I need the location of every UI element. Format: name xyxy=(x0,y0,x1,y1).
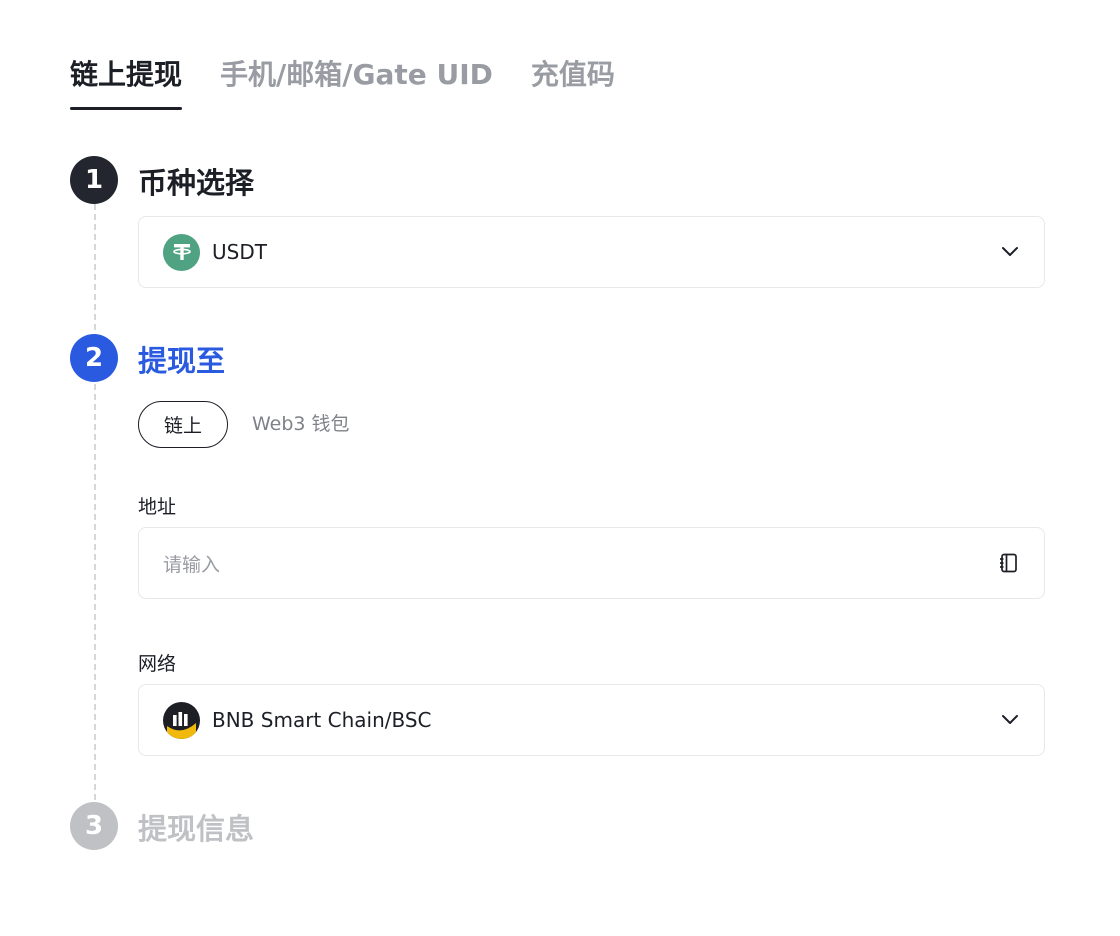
step-1-badge: 1 xyxy=(70,156,118,204)
network-select[interactable]: BNB Smart Chain/BSC xyxy=(138,684,1045,756)
step-3-title: 提现信息 xyxy=(138,812,255,846)
stepper-rail xyxy=(94,204,96,800)
step-2-badge: 2 xyxy=(70,334,118,382)
coin-symbol: USDT xyxy=(212,240,267,264)
tab-recharge-code[interactable]: 充值码 xyxy=(531,52,615,110)
network-label: 网络 xyxy=(138,653,177,675)
step-3-badge: 3 xyxy=(70,802,118,850)
chevron-down-icon xyxy=(1000,710,1020,730)
tab-phone-email-uid[interactable]: 手机/邮箱/Gate UID xyxy=(220,52,493,110)
network-value: BNB Smart Chain/BSC xyxy=(212,708,432,732)
step-2-title: 提现至 xyxy=(138,344,226,378)
bsc-chain-icon xyxy=(163,701,200,739)
withdraw-tabs: 链上提现 手机/邮箱/Gate UID 充值码 xyxy=(70,52,615,110)
tab-onchain-withdraw[interactable]: 链上提现 xyxy=(70,52,183,110)
tether-icon xyxy=(163,233,200,271)
address-input[interactable]: 请输入 xyxy=(138,527,1045,599)
address-placeholder: 请输入 xyxy=(163,553,221,576)
address-label: 地址 xyxy=(138,496,177,518)
coin-select[interactable]: USDT xyxy=(138,216,1045,288)
address-book-icon[interactable] xyxy=(998,552,1020,574)
step-1-title: 币种选择 xyxy=(138,166,255,200)
destination-onchain-option[interactable]: 链上 xyxy=(138,401,228,448)
chevron-down-icon xyxy=(1000,242,1020,262)
destination-web3-wallet-option[interactable]: Web3 钱包 xyxy=(252,401,350,448)
